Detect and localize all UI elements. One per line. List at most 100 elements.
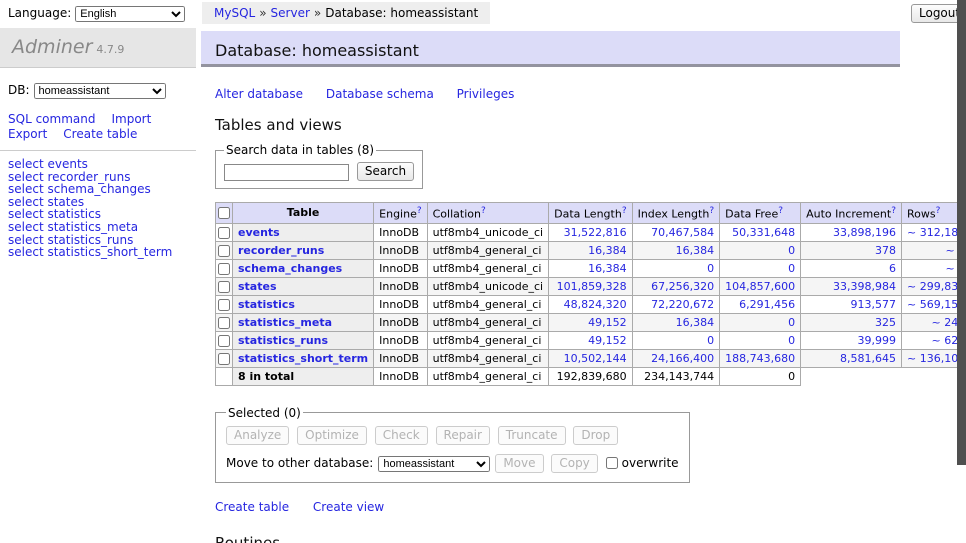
language-select[interactable]: English [75, 6, 185, 22]
collation-cell: utf8mb4_general_ci [427, 241, 548, 259]
row-checkbox[interactable] [218, 353, 230, 365]
data-free-value[interactable]: 0 [725, 262, 795, 275]
row-checkbox[interactable] [218, 245, 230, 257]
data-length-value[interactable]: 16,384 [554, 262, 626, 275]
export-link[interactable]: Export [8, 127, 47, 141]
auto-increment-value[interactable]: 325 [806, 316, 896, 329]
help-icon[interactable]: ? [417, 206, 422, 216]
data-length-value[interactable]: 10,502,144 [554, 352, 626, 365]
database-schema-link[interactable]: Database schema [326, 87, 434, 101]
row-checkbox[interactable] [218, 227, 230, 239]
auto-increment-value[interactable]: 8,581,645 [806, 352, 896, 365]
index-length-value[interactable]: 0 [638, 262, 715, 275]
data-free-value[interactable]: 0 [725, 244, 795, 257]
column-header-index-length[interactable]: Index Length? [632, 203, 720, 224]
vertical-scrollbar[interactable] [957, 0, 966, 543]
list-item: select statistics_short_term [8, 246, 196, 259]
table-link-events[interactable]: events [238, 226, 280, 239]
scrollbar-thumb[interactable] [957, 0, 966, 465]
repair-button[interactable]: Repair [436, 426, 490, 445]
table-link-states[interactable]: states [238, 280, 277, 293]
search-input[interactable] [224, 164, 349, 181]
index-length-value[interactable]: 24,166,400 [638, 352, 715, 365]
data-free-value[interactable]: 0 [725, 334, 795, 347]
select-all-checkbox[interactable] [218, 207, 230, 219]
row-checkbox[interactable] [218, 281, 230, 293]
breadcrumb-server-link[interactable]: Server [271, 6, 310, 20]
data-free-value[interactable]: 188,743,680 [725, 352, 795, 365]
column-header-data-free[interactable]: Data Free? [720, 203, 801, 224]
row-checkbox[interactable] [218, 263, 230, 275]
row-checkbox[interactable] [218, 299, 230, 311]
auto-increment-value[interactable]: 33,398,984 [806, 280, 896, 293]
overwrite-checkbox[interactable] [606, 457, 618, 469]
auto-increment-value[interactable]: 39,999 [806, 334, 896, 347]
table-link-statistics-meta[interactable]: statistics_meta [238, 316, 332, 329]
data-length-value[interactable]: 16,384 [554, 244, 626, 257]
move-button[interactable]: Move [495, 454, 543, 473]
index-length-value[interactable]: 0 [638, 334, 715, 347]
overwrite-label[interactable]: overwrite [622, 456, 679, 470]
row-checkbox[interactable] [218, 335, 230, 347]
tables-heading: Tables and views [215, 116, 915, 134]
data-free-value[interactable]: 6,291,456 [725, 298, 795, 311]
db-label: DB: [8, 83, 30, 97]
analyze-button[interactable]: Analyze [226, 426, 289, 445]
auto-increment-value[interactable]: 6 [806, 262, 896, 275]
table-link-schema-changes[interactable]: schema_changes [238, 262, 342, 275]
help-icon[interactable]: ? [891, 206, 896, 216]
create-view-link[interactable]: Create view [313, 500, 384, 514]
index-length-value[interactable]: 16,384 [638, 316, 715, 329]
table-link-statistics-short-term[interactable]: statistics_short_term [238, 352, 368, 365]
data-free-value[interactable]: 104,857,600 [725, 280, 795, 293]
table-link-statistics-runs[interactable]: statistics_runs [238, 334, 328, 347]
data-length-value[interactable]: 101,859,328 [554, 280, 626, 293]
column-header-collation[interactable]: Collation? [427, 203, 548, 224]
help-icon[interactable]: ? [778, 206, 783, 216]
breadcrumb-mysql-link[interactable]: MySQL [214, 6, 255, 20]
auto-increment-value[interactable]: 378 [806, 244, 896, 257]
data-length-value[interactable]: 49,152 [554, 316, 626, 329]
drop-button[interactable]: Drop [573, 426, 618, 445]
data-free-value[interactable]: 50,331,648 [725, 226, 795, 239]
db-select[interactable]: homeassistant [34, 83, 166, 99]
index-length-value[interactable]: 16,384 [638, 244, 715, 257]
create-table-link[interactable]: Create table [215, 500, 289, 514]
row-checkbox[interactable] [218, 317, 230, 329]
help-icon[interactable]: ? [481, 206, 486, 216]
search-button[interactable]: Search [357, 162, 414, 181]
move-label: Move to other database: [226, 456, 373, 470]
move-database-select[interactable]: homeassistant [378, 456, 490, 472]
optimize-button[interactable]: Optimize [297, 426, 367, 445]
help-icon[interactable]: ? [709, 206, 714, 216]
alter-database-link[interactable]: Alter database [215, 87, 303, 101]
collation-cell: utf8mb4_general_ci [427, 295, 548, 313]
column-header-auto-increment[interactable]: Auto Increment? [801, 203, 902, 224]
collation-cell: utf8mb4_general_ci [427, 331, 548, 349]
engine-cell: InnoDB [374, 223, 427, 241]
copy-button[interactable]: Copy [551, 454, 597, 473]
help-icon[interactable]: ? [622, 206, 627, 216]
column-header-engine[interactable]: Engine? [374, 203, 427, 224]
auto-increment-value[interactable]: 33,898,196 [806, 226, 896, 239]
sidebar-item-select-statistics-short-term[interactable]: select statistics_short_term [8, 245, 172, 259]
data-free-value[interactable]: 0 [725, 316, 795, 329]
data-length-value[interactable]: 49,152 [554, 334, 626, 347]
column-header-data-length[interactable]: Data Length? [549, 203, 632, 224]
data-length-value[interactable]: 31,522,816 [554, 226, 626, 239]
privileges-link[interactable]: Privileges [457, 87, 515, 101]
index-length-value[interactable]: 70,467,584 [638, 226, 715, 239]
index-length-value[interactable]: 72,220,672 [638, 298, 715, 311]
selected-fieldset: Selected (0) Analyze Optimize Check Repa… [215, 406, 690, 483]
create-table-link-sidebar[interactable]: Create table [63, 127, 137, 141]
sql-command-link[interactable]: SQL command [8, 112, 95, 126]
import-link[interactable]: Import [111, 112, 151, 126]
help-icon[interactable]: ? [936, 206, 941, 216]
check-button[interactable]: Check [375, 426, 428, 445]
auto-increment-value[interactable]: 913,577 [806, 298, 896, 311]
table-link-statistics[interactable]: statistics [238, 298, 295, 311]
index-length-value[interactable]: 67,256,320 [638, 280, 715, 293]
table-link-recorder-runs[interactable]: recorder_runs [238, 244, 324, 257]
data-length-value[interactable]: 48,824,320 [554, 298, 626, 311]
truncate-button[interactable]: Truncate [498, 426, 566, 445]
